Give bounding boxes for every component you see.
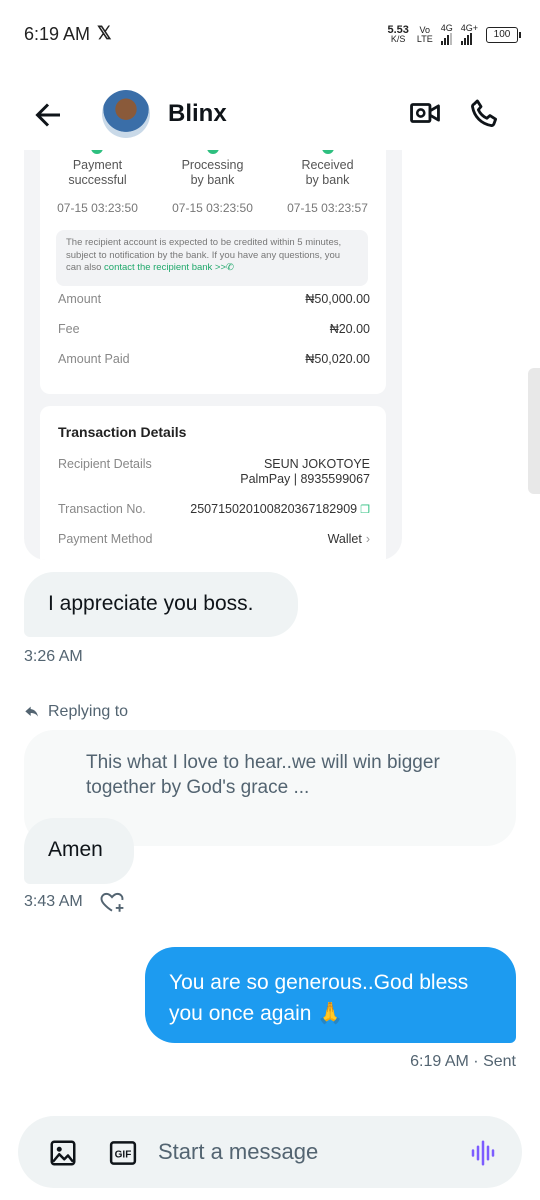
- media-button[interactable]: [48, 1138, 78, 1168]
- back-button[interactable]: [30, 97, 66, 133]
- battery-icon: 100: [486, 26, 521, 43]
- receipt-image[interactable]: Payment successful 07-15 03:23:50 Process…: [24, 150, 402, 560]
- message-composer: GIF: [18, 1116, 522, 1188]
- phone-icon: ✆: [226, 262, 234, 273]
- step-payment-successful: Payment successful 07-15 03:23:50: [57, 158, 138, 215]
- outgoing-message[interactable]: You are so generous..God bless you once …: [145, 947, 516, 1043]
- contact-name[interactable]: Blinx: [168, 100, 227, 128]
- transaction-number-row: Transaction No. 250715020100820367182909…: [58, 502, 370, 516]
- step-check-icon: [91, 150, 103, 154]
- network-speed: 5.53 K/S: [387, 23, 409, 44]
- gif-button[interactable]: GIF: [108, 1138, 138, 1168]
- payment-method-row: Payment Method Wallet ›: [58, 532, 370, 546]
- credit-notice: The recipient account is expected to be …: [56, 230, 368, 286]
- step-labels: Payment successful 07-15 03:23:50 Process…: [40, 158, 386, 216]
- amount-row: Amount ₦50,000.00: [58, 292, 370, 306]
- sent-status: 6:19 AM · Sent: [410, 1053, 516, 1070]
- payment-status-card: Payment successful 07-15 03:23:50 Process…: [40, 150, 386, 394]
- transaction-details-title: Transaction Details: [58, 424, 187, 440]
- message-timestamp: 3:43 AM: [24, 893, 83, 910]
- status-indicators: 5.53 K/S Vo LTE 4G 4G+ 100: [387, 23, 521, 45]
- amount-paid-row: Amount Paid ₦50,020.00: [58, 352, 370, 366]
- voice-message-button[interactable]: [468, 1138, 498, 1168]
- incoming-message[interactable]: I appreciate you boss.: [24, 572, 298, 637]
- voice-call-button[interactable]: [468, 96, 502, 130]
- signal-bars-icon: [440, 33, 453, 45]
- status-bar: 6:19 AM 𝕏 5.53 K/S Vo LTE 4G 4G+ 100: [0, 0, 540, 66]
- replying-to-label: Replying to: [24, 703, 128, 721]
- heart-plus-icon: [100, 892, 124, 912]
- reply-arrow-icon: [25, 706, 38, 717]
- signal-4g-indicator: 4G: [440, 24, 453, 45]
- message-timestamp: 3:26 AM: [24, 648, 83, 665]
- transaction-details-card: Transaction Details Recipient Details SE…: [40, 406, 386, 560]
- signal-4gplus-indicator: 4G+: [460, 24, 478, 45]
- contact-bank-link: contact the recipient bank >>: [104, 262, 227, 273]
- phone-icon: [471, 99, 498, 127]
- copy-icon: ❐: [360, 504, 370, 516]
- recipient-row: Recipient Details SEUN JOKOTOYE PalmPay |…: [58, 457, 370, 486]
- avatar[interactable]: [102, 90, 150, 138]
- add-reaction-button[interactable]: [99, 889, 125, 915]
- gif-icon: GIF: [109, 1141, 137, 1165]
- status-time: 6:19 AM: [24, 24, 91, 44]
- step-received: Received by bank 07-15 03:23:57: [287, 158, 368, 215]
- svg-text:GIF: GIF: [115, 1149, 132, 1160]
- chevron-right-icon: ›: [365, 532, 370, 546]
- video-call-button[interactable]: [408, 96, 442, 130]
- step-check-icon: [207, 150, 219, 154]
- voice-waveform-icon: [471, 1140, 495, 1166]
- volte-indicator: Vo LTE: [416, 24, 433, 44]
- video-camera-icon: [410, 103, 440, 123]
- edge-panel-handle[interactable]: [528, 368, 540, 494]
- image-icon: [50, 1140, 76, 1166]
- step-check-icon: [322, 150, 334, 154]
- message-input[interactable]: [158, 1132, 458, 1172]
- x-logo-icon: 𝕏: [97, 23, 112, 43]
- fee-row: Fee ₦20.00: [58, 322, 370, 336]
- conversation-header: Blinx: [0, 80, 540, 150]
- step-processing: Processing by bank 07-15 03:23:50: [172, 158, 253, 215]
- signal-bars-icon: [460, 33, 478, 45]
- incoming-message[interactable]: Amen: [24, 818, 134, 884]
- arrow-left-icon: [35, 103, 60, 127]
